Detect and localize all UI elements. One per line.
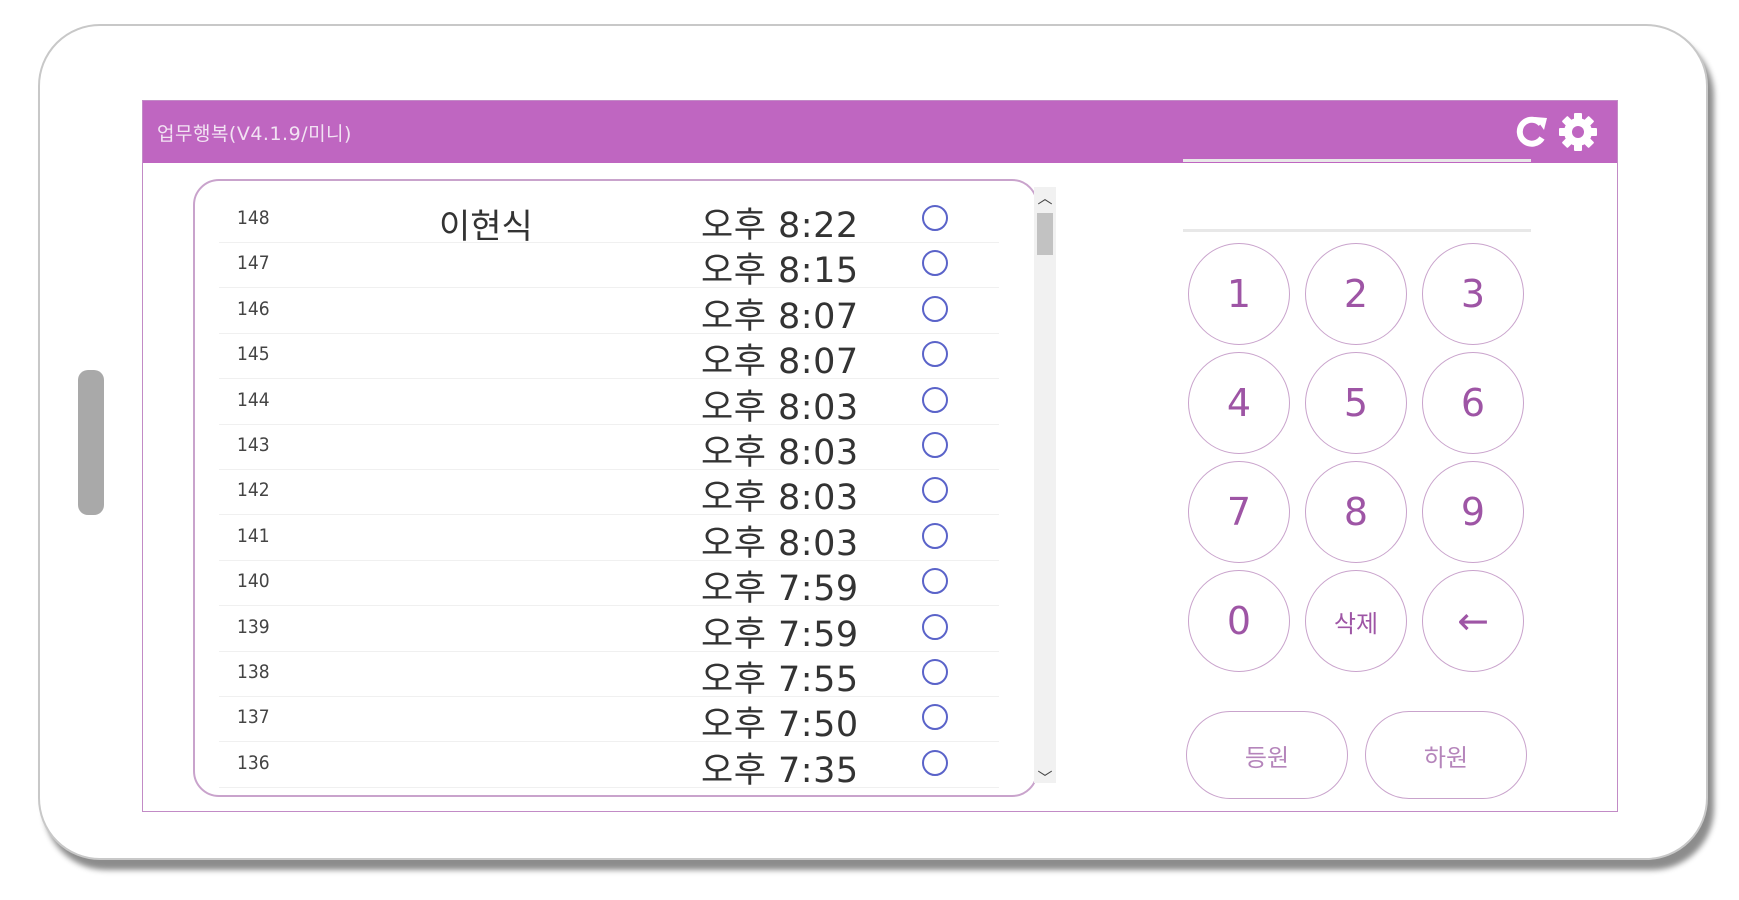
table-row[interactable]: 137 오후 7:50 bbox=[219, 696, 999, 745]
key-0[interactable]: 0 bbox=[1188, 570, 1290, 672]
status-circle-icon[interactable] bbox=[922, 613, 948, 640]
record-number: 145 bbox=[237, 343, 270, 366]
table-row[interactable]: 138 오후 7:55 bbox=[219, 651, 999, 700]
record-name: 이현식 bbox=[439, 207, 533, 247]
record-number: 144 bbox=[237, 388, 270, 411]
record-number: 141 bbox=[237, 524, 270, 547]
table-row[interactable]: 147 오후 8:15 bbox=[219, 242, 999, 291]
app-title: 업무행복(V4.1.9/미니) bbox=[157, 123, 352, 145]
table-row[interactable]: 148 이현식 오후 8:22 bbox=[219, 197, 999, 247]
record-time: 오후 8:03 bbox=[701, 387, 859, 428]
record-time: 오후 8:07 bbox=[701, 296, 859, 337]
record-time: 오후 8:03 bbox=[701, 433, 859, 473]
record-time: 오후 7:50 bbox=[701, 705, 859, 746]
key-2[interactable]: 2 bbox=[1305, 243, 1407, 345]
table-row[interactable]: 145 오후 8:07 bbox=[219, 333, 999, 382]
app-screen: 업무행복(V4.1.9/미니) 148 이현식 오후 8:22 147 오후 8:15 1… bbox=[142, 100, 1618, 812]
record-number: 147 bbox=[237, 252, 270, 275]
status-circle-icon[interactable] bbox=[922, 250, 948, 277]
gear-icon[interactable] bbox=[1557, 111, 1599, 153]
key-6[interactable]: 6 bbox=[1422, 352, 1524, 454]
list-scrollbar[interactable]: ︿ ﹀ bbox=[1034, 187, 1056, 787]
record-number: 139 bbox=[237, 615, 270, 638]
title-bar: 업무행복(V4.1.9/미니) bbox=[143, 101, 1617, 163]
checkout-button[interactable]: 하원 bbox=[1365, 711, 1527, 799]
table-row[interactable]: 140 오후 7:59 bbox=[219, 560, 999, 609]
backspace-button[interactable]: ← bbox=[1422, 570, 1524, 672]
record-number: 148 bbox=[237, 207, 270, 229]
table-row[interactable]: 141 오후 8:03 bbox=[219, 515, 999, 564]
record-time: 오후 7:59 bbox=[701, 569, 859, 610]
table-row[interactable]: 143 오후 8:03 bbox=[219, 424, 999, 473]
home-button[interactable] bbox=[78, 370, 104, 515]
key-4[interactable]: 4 bbox=[1188, 352, 1290, 454]
record-time: 오후 8:07 bbox=[701, 342, 859, 383]
status-circle-icon[interactable] bbox=[922, 432, 948, 458]
delete-button[interactable]: 삭제 bbox=[1305, 570, 1407, 672]
key-5[interactable]: 5 bbox=[1305, 352, 1407, 454]
record-number: 140 bbox=[237, 570, 270, 593]
record-number: 137 bbox=[237, 706, 270, 729]
record-time: 오후 8:15 bbox=[701, 251, 859, 292]
scroll-down-arrow-icon[interactable]: ﹀ bbox=[1034, 767, 1056, 789]
record-time: 오후 8:22 bbox=[701, 206, 859, 246]
record-time: 오후 7:59 bbox=[701, 614, 859, 655]
record-number: 136 bbox=[237, 751, 270, 774]
key-9[interactable]: 9 bbox=[1422, 461, 1524, 563]
record-number: 142 bbox=[237, 479, 270, 502]
table-row[interactable]: 146 오후 8:07 bbox=[219, 288, 999, 337]
refresh-icon[interactable] bbox=[1511, 111, 1553, 153]
record-time: 오후 7:55 bbox=[701, 660, 859, 700]
table-row[interactable]: 142 오후 8:03 bbox=[219, 469, 999, 518]
record-time: 오후 8:03 bbox=[701, 523, 859, 564]
status-circle-icon[interactable] bbox=[922, 568, 948, 595]
attendance-list[interactable]: 148 이현식 오후 8:22 147 오후 8:15 146 오후 8:07 145 오후 8… bbox=[193, 179, 1038, 797]
status-circle-icon[interactable] bbox=[922, 295, 948, 322]
record-number: 143 bbox=[237, 434, 270, 456]
scroll-up-arrow-icon[interactable]: ︿ bbox=[1034, 187, 1056, 209]
status-circle-icon[interactable] bbox=[922, 477, 948, 504]
record-time: 오후 8:03 bbox=[701, 478, 859, 519]
key-7[interactable]: 7 bbox=[1188, 461, 1290, 563]
input-display-top-line bbox=[1183, 159, 1531, 162]
key-8[interactable]: 8 bbox=[1305, 461, 1407, 563]
table-row[interactable]: 144 오후 8:03 bbox=[219, 379, 999, 428]
record-number: 138 bbox=[237, 661, 270, 683]
scroll-thumb[interactable] bbox=[1037, 213, 1053, 255]
status-circle-icon[interactable] bbox=[922, 522, 948, 549]
table-row[interactable]: 136 오후 7:35 bbox=[219, 742, 999, 791]
status-circle-icon[interactable] bbox=[922, 205, 948, 231]
status-circle-icon[interactable] bbox=[922, 749, 948, 776]
table-row[interactable]: 139 오후 7:59 bbox=[219, 606, 999, 655]
status-circle-icon[interactable] bbox=[922, 386, 948, 413]
record-number: 146 bbox=[237, 297, 270, 320]
record-time: 오후 7:35 bbox=[701, 750, 859, 791]
status-circle-icon[interactable] bbox=[922, 704, 948, 731]
status-circle-icon[interactable] bbox=[922, 659, 948, 685]
key-3[interactable]: 3 bbox=[1422, 243, 1524, 345]
status-circle-icon[interactable] bbox=[922, 341, 948, 368]
input-display-bottom-line bbox=[1183, 229, 1531, 232]
key-1[interactable]: 1 bbox=[1188, 243, 1290, 345]
checkin-button[interactable]: 등원 bbox=[1186, 711, 1348, 799]
